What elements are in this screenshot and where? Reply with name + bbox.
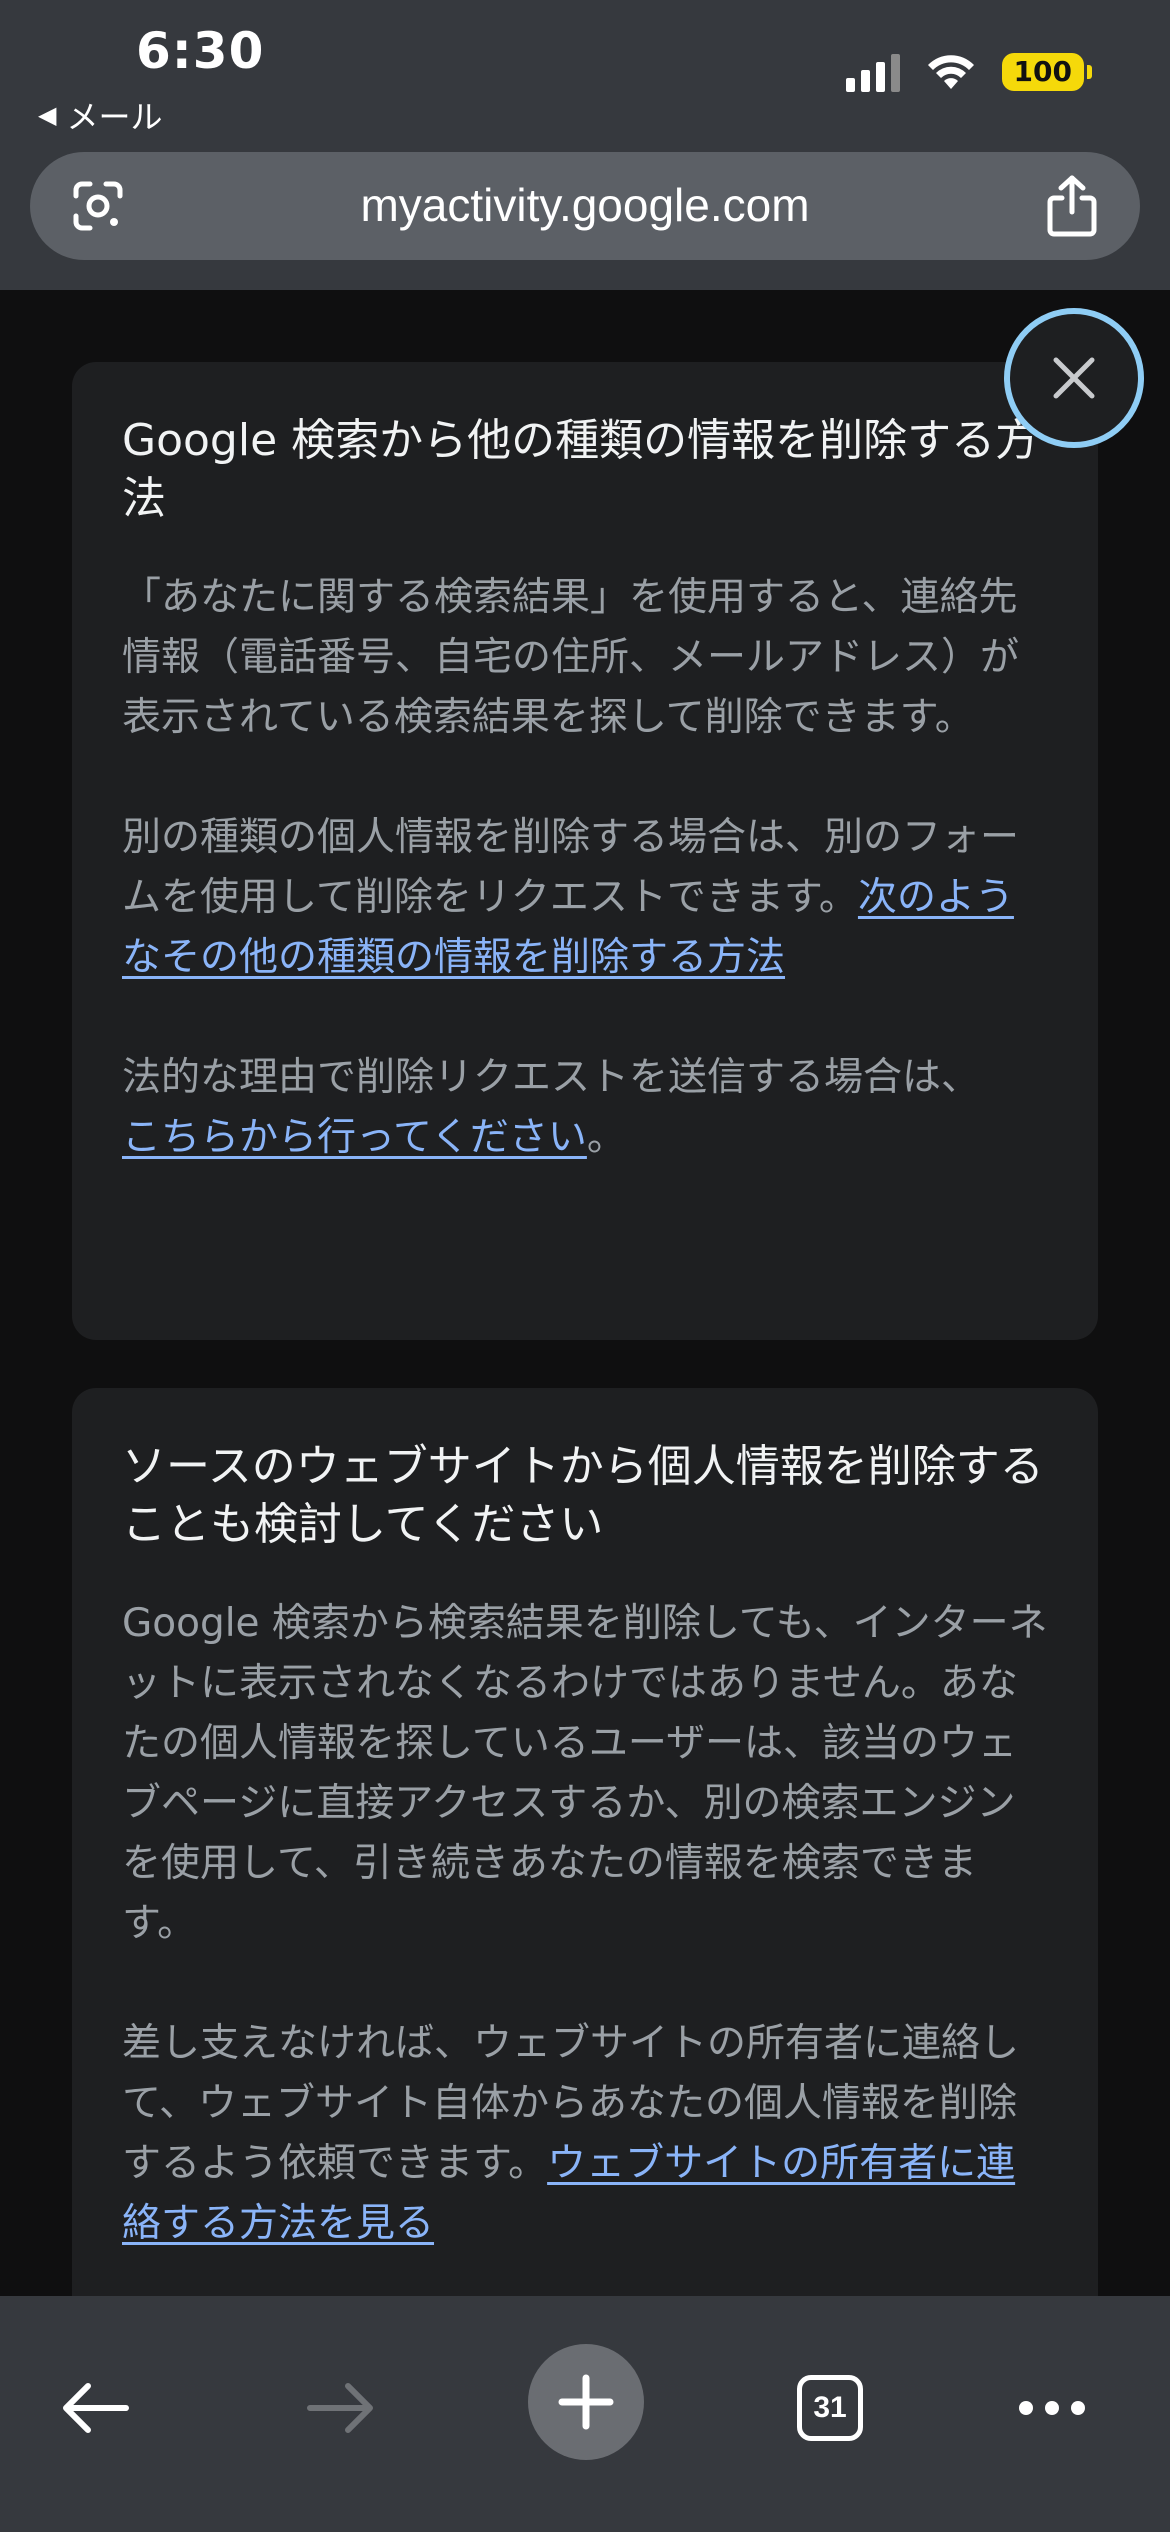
- back-arrow-icon: [63, 2383, 129, 2433]
- url-text[interactable]: myactivity.google.com: [30, 178, 1140, 232]
- card-paragraph: 別の種類の個人情報を削除する場合は、別のフォームを使用して削除をリクエストできま…: [122, 808, 1048, 988]
- browser-top-chrome: 6:30 ◀ メール 100 myactivity.google.com: [0, 0, 1170, 290]
- status-time: 6:30: [136, 22, 265, 80]
- tab-count: 31: [813, 2391, 847, 2424]
- back-app-label: メール: [66, 98, 163, 136]
- back-triangle-icon: ◀: [38, 101, 57, 129]
- signal-icon: [845, 52, 900, 92]
- info-card-source-website: ソースのウェブサイトから個人情報を削除することも検討してください Google …: [72, 1388, 1098, 2296]
- legal-removal-link[interactable]: こちらから行ってください: [122, 1115, 587, 1160]
- battery-level: 100: [1001, 53, 1084, 91]
- battery-icon: 100: [1001, 53, 1092, 91]
- info-card-remove-other-info: Google 検索から他の種類の情報を削除する方法 「あなたに関する検索結果」を…: [72, 362, 1098, 1340]
- new-tab-button[interactable]: [528, 2344, 644, 2460]
- card-paragraph: 「あなたに関する検索結果」を使用すると、連絡先情報（電話番号、自宅の住所、メール…: [122, 575, 1020, 740]
- tabs-icon: 31: [797, 2375, 863, 2441]
- page-content[interactable]: Google 検索から他の種類の情報を削除する方法 「あなたに関する検索結果」を…: [0, 290, 1170, 2296]
- card-title: Google 検索から他の種類の情報を削除する方法: [122, 415, 1040, 524]
- card-paragraph-end: 。: [586, 1115, 626, 1160]
- share-icon[interactable]: [1044, 174, 1100, 238]
- tab-switcher-button[interactable]: 31: [770, 2348, 890, 2468]
- wifi-icon: [927, 55, 974, 89]
- card-paragraph: 差し支えなければ、ウェブサイトの所有者に連絡して、ウェブサイト自体からあなたの個…: [122, 2014, 1048, 2254]
- more-icon: [1019, 2401, 1085, 2415]
- plus-icon: [558, 2374, 614, 2430]
- forward-button[interactable]: [280, 2348, 400, 2468]
- close-icon: [1053, 357, 1095, 399]
- browser-bottom-toolbar: 31: [0, 2296, 1170, 2532]
- status-icons: 100: [845, 52, 1092, 92]
- card-paragraph: 法的な理由で削除リクエストを送信する場合は、 こちらから行ってください。: [122, 1048, 1048, 1168]
- forward-arrow-icon: [307, 2383, 373, 2433]
- back-to-app-link[interactable]: ◀ メール: [38, 92, 162, 138]
- card-title: ソースのウェブサイトから個人情報を削除することも検討してください: [122, 1441, 1044, 1550]
- card-paragraph: Google 検索から検索結果を削除しても、インターネットに表示されなくなるわけ…: [122, 1601, 1048, 1946]
- address-bar[interactable]: myactivity.google.com: [30, 152, 1140, 260]
- more-menu-button[interactable]: [992, 2348, 1112, 2468]
- back-button[interactable]: [36, 2348, 156, 2468]
- close-button[interactable]: [1004, 308, 1144, 448]
- card-paragraph-text: 法的な理由で削除リクエストを送信する場合は、: [122, 1055, 981, 1100]
- phone-screen: 6:30 ◀ メール 100 myactivity.google.com Goo…: [0, 0, 1170, 2532]
